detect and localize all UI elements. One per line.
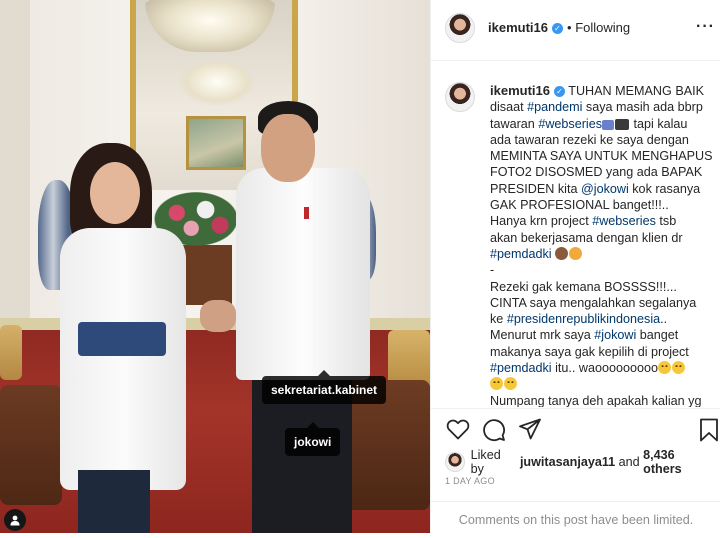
emoji-icon bbox=[602, 119, 615, 130]
bookmark-icon[interactable] bbox=[699, 418, 719, 442]
caption-text-segment: akan bekerjasama dengan klien dr bbox=[490, 230, 683, 245]
caption-line: #pemdadki bbox=[490, 246, 712, 262]
caption-text: ikemuti16 ✓ TUHAN MEMANG BAIK disaat #pand… bbox=[490, 83, 713, 407]
person-icon bbox=[10, 515, 20, 526]
caption-text-segment: FOTO2 DISOSMED yang ada BAPAK bbox=[490, 165, 703, 180]
caption-area[interactable]: ikemuti16 ✓ TUHAN MEMANG BAIK disaat #pand… bbox=[431, 61, 720, 407]
caption-text-segment: PRESIDEN kita bbox=[490, 181, 581, 196]
caption-text-segment: ke bbox=[490, 312, 507, 327]
hashtag-link[interactable]: #jokowi bbox=[594, 328, 636, 342]
separator-dot: • bbox=[567, 20, 572, 35]
caption-line: Hanya krn project #webseries tsb bbox=[490, 213, 712, 229]
caption-line: ikemuti16 ✓ TUHAN MEMANG BAIK bbox=[490, 83, 712, 99]
following-button[interactable]: Following bbox=[575, 20, 630, 35]
post-sidebar: ikemuti16 ✓ • Following ··· ikemuti16 ✓ TU… bbox=[430, 0, 720, 533]
caption-text-segment: tapi kalau bbox=[630, 116, 688, 131]
more-options-icon[interactable]: ··· bbox=[696, 18, 715, 36]
caption-text-segment: Rezeki gak kemana BOSSSS!!!... bbox=[490, 279, 677, 294]
liker-avatar[interactable] bbox=[445, 452, 465, 472]
caption-text-segment: tawaran bbox=[490, 116, 539, 131]
mention-link[interactable]: @jokowi bbox=[581, 182, 629, 196]
caption-line: CINTA saya mengalahkan segalanya bbox=[490, 295, 712, 311]
caption-line: makanya saya gak kepilih di project bbox=[490, 344, 712, 360]
caption-text-segment: Hanya krn project bbox=[490, 214, 593, 229]
caption-text-segment: CINTA saya mengalahkan segalanya bbox=[490, 295, 697, 310]
emoji-icon bbox=[672, 361, 686, 375]
caption-line: Numpang tanya deh apakah kalian yg bbox=[490, 393, 712, 407]
comment-icon[interactable] bbox=[482, 418, 506, 442]
caption-text-segment: GAK PROFESIONAL banget!!!.. bbox=[490, 198, 669, 213]
post-photo[interactable]: sekretariat.kabinet jokowi bbox=[0, 0, 430, 533]
caption-line bbox=[490, 376, 712, 392]
emoji-icon bbox=[504, 377, 517, 391]
heart-icon[interactable] bbox=[446, 418, 470, 440]
caption-line: Menurut mrk saya #jokowi banget bbox=[490, 327, 712, 343]
user-tags-button[interactable] bbox=[4, 509, 26, 531]
caption-username[interactable]: ikemuti16 bbox=[490, 83, 550, 98]
caption-line: - bbox=[490, 262, 712, 278]
caption-line: PRESIDEN kita @jokowi kok rasanya bbox=[490, 181, 712, 197]
caption-text-segment: kok rasanya bbox=[628, 181, 701, 196]
caption-avatar[interactable] bbox=[445, 82, 475, 112]
caption-text-segment: MEMINTA SAYA UNTUK MENGHAPUS bbox=[490, 149, 713, 164]
caption-line: GAK PROFESIONAL banget!!!.. bbox=[490, 197, 712, 213]
post-header: ikemuti16 ✓ • Following ··· bbox=[431, 0, 720, 61]
caption-text-segment: TUHAN MEMANG BAIK bbox=[568, 84, 705, 98]
caption-text-segment: ada tawaran rezeki ke saya dengan bbox=[490, 132, 689, 147]
user-tag-jokowi[interactable]: jokowi bbox=[285, 422, 341, 456]
likes-summary: Liked by juwitasanjaya11 and 8,436 other… bbox=[445, 448, 715, 476]
hashtag-link[interactable]: #pandemi bbox=[527, 100, 582, 114]
hashtag-link[interactable]: #webseries bbox=[538, 117, 602, 131]
emoji-icon bbox=[490, 377, 503, 391]
caption-text-segment: makanya saya gak kepilih di project bbox=[490, 344, 689, 359]
hashtag-link[interactable]: #webseries bbox=[592, 214, 656, 228]
hashtag-link[interactable]: #pemdadki bbox=[490, 361, 552, 375]
verified-badge-icon: ✓ bbox=[551, 23, 563, 34]
caption-text-segment: banget bbox=[636, 328, 679, 343]
caption-text-segment: saya masih ada bbrp bbox=[582, 100, 703, 115]
author-username[interactable]: ikemuti16 bbox=[488, 20, 548, 35]
caption-line: akan bekerjasama dengan klien dr bbox=[490, 230, 712, 246]
caption-line: disaat #pandemi saya masih ada bbrp bbox=[490, 99, 712, 115]
caption-line: ke #presidenrepublikindonesia.. bbox=[490, 311, 712, 327]
comments-limited-notice: Comments on this post have been limited. bbox=[431, 501, 720, 534]
caption-text-segment: - bbox=[490, 263, 495, 278]
caption-line: FOTO2 DISOSMED yang ada BAPAK bbox=[490, 164, 712, 180]
caption-text-segment: Numpang tanya deh apakah kalian yg bbox=[490, 393, 702, 407]
liker-username[interactable]: juwitasanjaya11 bbox=[520, 455, 615, 469]
emoji-icon bbox=[569, 246, 583, 260]
caption-text-segment: Menurut mrk saya bbox=[490, 328, 595, 343]
caption-line: #pemdadki itu.. waooooooooo bbox=[490, 360, 712, 376]
hashtag-link[interactable]: #presidenrepublikindonesia bbox=[507, 312, 660, 326]
caption-line: ada tawaran rezeki ke saya dengan bbox=[490, 132, 712, 148]
caption-text-segment: disaat bbox=[490, 100, 528, 115]
hashtag-link[interactable]: #pemdadki bbox=[490, 247, 552, 261]
post-date[interactable]: 1 DAY AGO bbox=[445, 476, 495, 486]
likes-count-link[interactable]: 8,436 others bbox=[643, 448, 715, 476]
share-icon[interactable] bbox=[518, 418, 542, 440]
caption-text-segment: itu.. waooooooooo bbox=[551, 361, 659, 376]
author-avatar[interactable] bbox=[445, 13, 475, 43]
caption-line: MEMINTA SAYA UNTUK MENGHAPUS bbox=[490, 148, 713, 164]
instagram-post-view: sekretariat.kabinet jokowi ikemuti16 ✓ • … bbox=[0, 0, 720, 533]
emoji-icon bbox=[658, 361, 672, 375]
caption-line: Rezeki gak kemana BOSSSS!!!... bbox=[490, 279, 712, 295]
action-bar bbox=[431, 408, 720, 447]
emoji-icon bbox=[615, 118, 630, 130]
caption-line: tawaran #webseries tapi kalau bbox=[490, 116, 712, 132]
user-tag-sekretariat-kabinet[interactable]: sekretariat.kabinet bbox=[262, 370, 387, 404]
emoji-icon bbox=[555, 246, 569, 260]
verified-badge-icon: ✓ bbox=[553, 86, 565, 97]
caption-text-segment: tsb bbox=[655, 214, 677, 229]
caption-text-segment: .. bbox=[660, 312, 668, 327]
